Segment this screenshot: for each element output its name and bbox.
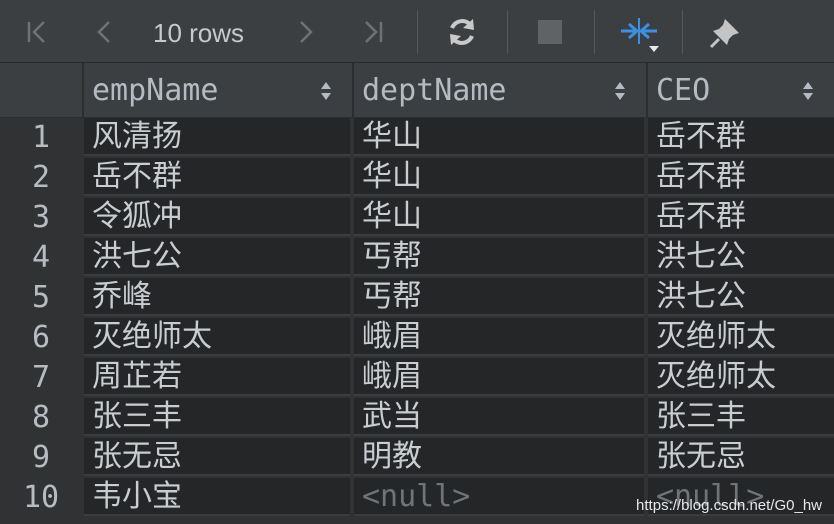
cell-CEO[interactable]: 岳不群 — [648, 118, 834, 156]
column-header-label: empName — [92, 73, 219, 108]
row-number: 9 — [0, 438, 82, 478]
reload-button[interactable] — [438, 0, 486, 63]
result-toolbar: 10 rows — [0, 0, 834, 63]
compare-icon — [621, 17, 659, 52]
cell-deptName[interactable]: 华山 — [354, 198, 644, 236]
next-page-icon — [300, 20, 313, 43]
toolbar-separator — [682, 10, 683, 54]
column-header-deptName[interactable]: deptName — [352, 63, 646, 118]
row-count-label[interactable]: 10 rows — [153, 0, 244, 63]
row-number: 1 — [0, 118, 82, 158]
toolbar-separator — [594, 10, 595, 54]
pin-button[interactable] — [704, 0, 748, 63]
cell-CEO[interactable]: 灭绝师太 — [648, 358, 834, 396]
reload-icon — [450, 18, 474, 45]
cell-CEO[interactable]: 岳不群 — [648, 158, 834, 196]
cell-CEO[interactable]: 洪七公 — [648, 238, 834, 276]
table-row[interactable]: 6 灭绝师太 峨眉 灭绝师太 — [0, 318, 834, 358]
cell-CEO[interactable]: 洪七公 — [648, 278, 834, 316]
cell-CEO[interactable]: 张无忌 — [648, 438, 834, 476]
row-number: 2 — [0, 158, 82, 198]
cell-empName[interactable]: 灭绝师太 — [84, 318, 350, 356]
column-header-label: CEO — [656, 73, 711, 108]
cell-deptName[interactable]: 武当 — [354, 398, 644, 436]
column-header-CEO[interactable]: CEO — [646, 63, 834, 118]
cell-empName[interactable]: 张三丰 — [84, 398, 350, 436]
table-row[interactable]: 3 令狐冲 华山 岳不群 — [0, 198, 834, 238]
toolbar-separator — [507, 10, 508, 54]
cell-empName[interactable]: 张无忌 — [84, 438, 350, 476]
column-header-label: deptName — [362, 73, 507, 108]
sort-icon[interactable] — [614, 81, 626, 101]
table-row[interactable]: 8 张三丰 武当 张三丰 — [0, 398, 834, 438]
cell-deptName[interactable]: <null> — [354, 478, 644, 516]
table-row[interactable]: 9 张无忌 明教 张无忌 — [0, 438, 834, 478]
row-number: 8 — [0, 398, 82, 438]
watermark: https://blog.csdn.net/G0_hw — [636, 497, 822, 514]
row-number: 5 — [0, 278, 82, 318]
row-number: 4 — [0, 238, 82, 278]
cell-CEO[interactable]: 灭绝师太 — [648, 318, 834, 356]
cell-deptName[interactable]: 明教 — [354, 438, 644, 476]
row-number: 6 — [0, 318, 82, 358]
table-row[interactable]: 5 乔峰 丐帮 洪七公 — [0, 278, 834, 318]
toolbar-separator — [417, 10, 418, 54]
row-number: 7 — [0, 358, 82, 398]
cell-deptName[interactable]: 峨眉 — [354, 318, 644, 356]
previous-page-button[interactable] — [86, 0, 122, 63]
sort-icon[interactable] — [802, 81, 814, 101]
column-header-empName[interactable]: empName — [82, 63, 352, 118]
next-page-button[interactable] — [288, 0, 324, 63]
stop-button[interactable] — [528, 0, 572, 63]
previous-page-icon — [97, 20, 110, 43]
table-row[interactable]: 4 洪七公 丐帮 洪七公 — [0, 238, 834, 278]
first-page-button[interactable] — [18, 0, 58, 63]
cell-deptName[interactable]: 峨眉 — [354, 358, 644, 396]
table-row[interactable]: 7 周芷若 峨眉 灭绝师太 — [0, 358, 834, 398]
grid-header: empName deptName CEO — [0, 63, 834, 118]
cell-empName[interactable]: 洪七公 — [84, 238, 350, 276]
cell-empName[interactable]: 周芷若 — [84, 358, 350, 396]
result-grid: empName deptName CEO 1 风清扬 华山 岳不群 2 岳不群 … — [0, 63, 834, 524]
table-row[interactable]: 1 风清扬 华山 岳不群 — [0, 118, 834, 158]
cell-deptName[interactable]: 华山 — [354, 118, 644, 156]
compare-button[interactable] — [614, 0, 664, 63]
row-number: 3 — [0, 198, 82, 238]
cell-empName[interactable]: 风清扬 — [84, 118, 350, 156]
cell-empName[interactable]: 令狐冲 — [84, 198, 350, 236]
cell-empName[interactable]: 韦小宝 — [84, 478, 350, 516]
cell-deptName[interactable]: 华山 — [354, 158, 644, 196]
cell-deptName[interactable]: 丐帮 — [354, 238, 644, 276]
pin-icon — [709, 18, 739, 48]
first-page-icon — [27, 20, 45, 43]
sort-icon[interactable] — [320, 81, 332, 101]
cell-CEO[interactable]: 张三丰 — [648, 398, 834, 436]
cell-empName[interactable]: 乔峰 — [84, 278, 350, 316]
cell-CEO[interactable]: 岳不群 — [648, 198, 834, 236]
table-row[interactable]: 2 岳不群 华山 岳不群 — [0, 158, 834, 198]
cell-deptName[interactable]: 丐帮 — [354, 278, 644, 316]
cell-empName[interactable]: 岳不群 — [84, 158, 350, 196]
row-number: 10 — [0, 478, 82, 518]
last-page-button[interactable] — [352, 0, 392, 63]
last-page-icon — [365, 20, 383, 43]
stop-icon — [538, 19, 562, 44]
